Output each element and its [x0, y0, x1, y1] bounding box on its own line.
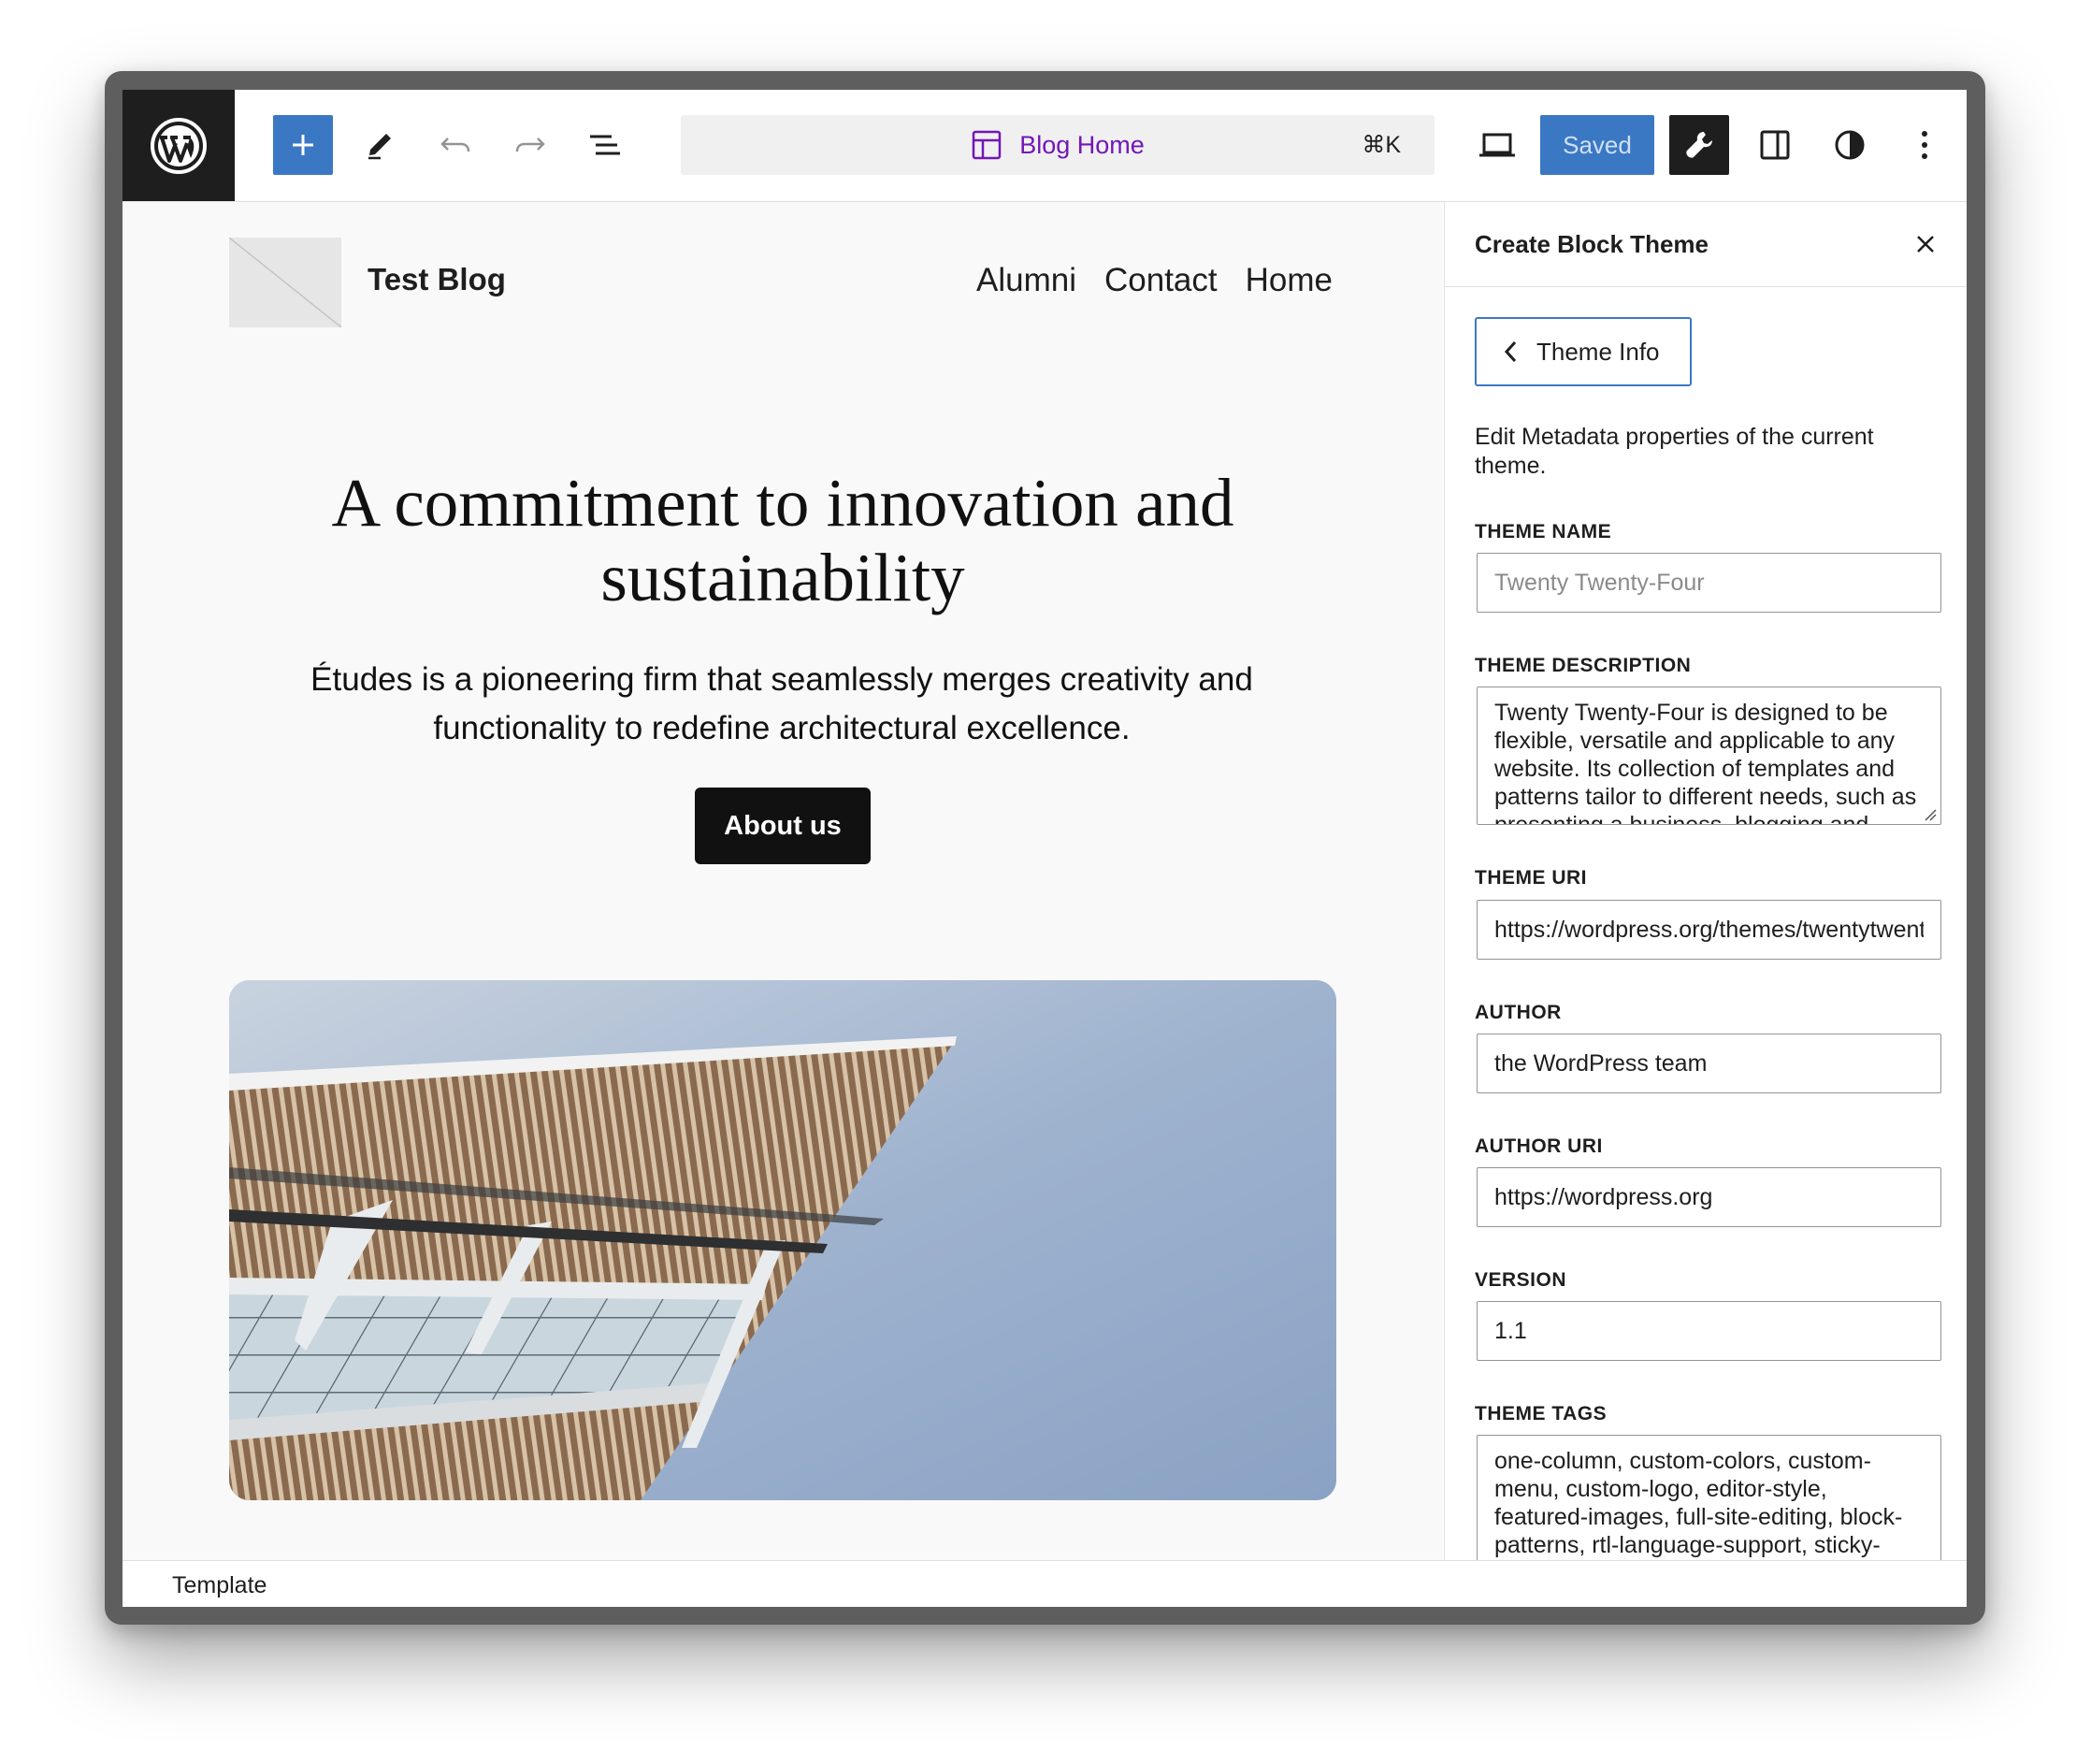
document-overview-button[interactable]	[575, 115, 635, 175]
theme-description-label: THEME DESCRIPTION	[1475, 655, 1692, 676]
hero-building-image[interactable]	[229, 980, 1336, 1500]
command-palette-bar[interactable]: Blog Home ⌘K	[681, 115, 1435, 175]
device-preview-button[interactable]	[1467, 115, 1527, 175]
sidebar-title: Create Block Theme	[1475, 230, 1709, 258]
redo-button[interactable]	[500, 115, 560, 175]
theme-tags-textarea[interactable]: one-column, custom-colors, custom-menu, …	[1477, 1435, 1941, 1560]
save-button[interactable]: Saved	[1540, 115, 1654, 175]
styles-button[interactable]	[1820, 115, 1880, 175]
template-icon	[972, 130, 1002, 160]
editor-toolbar: Blog Home ⌘K Saved	[123, 90, 1967, 202]
navigation-menu: Alumni Contact Home	[976, 262, 1333, 299]
version-input[interactable]	[1477, 1301, 1941, 1361]
theme-info-back-button[interactable]: Theme Info	[1475, 317, 1692, 386]
author-uri-label: AUTHOR URI	[1475, 1135, 1603, 1157]
site-title[interactable]: Test Blog	[368, 262, 506, 297]
add-block-button[interactable]	[273, 115, 333, 175]
author-label: AUTHOR	[1475, 1002, 1562, 1023]
site-logo-placeholder[interactable]	[229, 238, 341, 327]
theme-name-input[interactable]	[1477, 553, 1941, 613]
keyboard-shortcut-hint: ⌘K	[1362, 132, 1401, 158]
sidebar-toggle-icon	[1760, 130, 1790, 160]
author-input[interactable]	[1477, 1034, 1941, 1093]
document-title[interactable]: Blog Home	[681, 115, 1435, 175]
close-sidebar-button[interactable]	[1904, 223, 1947, 266]
theme-description-textarea[interactable]: Twenty Twenty-Four is designed to be fle…	[1477, 687, 1941, 825]
back-button-label: Theme Info	[1536, 337, 1660, 366]
styles-contrast-icon	[1835, 130, 1865, 160]
theme-tags-label: THEME TAGS	[1475, 1403, 1608, 1424]
create-block-theme-button[interactable]	[1669, 115, 1729, 175]
more-options-button[interactable]	[1895, 115, 1954, 175]
hero-paragraph[interactable]: Études is a pioneering firm that seamles…	[263, 656, 1301, 753]
editor-window: Blog Home ⌘K Saved Test Blog Alumni Cont…	[123, 90, 1967, 1607]
resize-handle-icon[interactable]	[1924, 808, 1937, 821]
close-icon	[1917, 236, 1934, 253]
list-view-icon	[590, 135, 620, 155]
version-label: VERSION	[1475, 1269, 1567, 1291]
tools-mode-button[interactable]	[350, 115, 410, 175]
wordpress-logo-icon[interactable]	[123, 90, 235, 201]
undo-button[interactable]	[425, 115, 485, 175]
document-title-label: Blog Home	[1019, 130, 1145, 159]
chevron-left-icon	[1504, 340, 1517, 363]
block-breadcrumb-bar: Template	[123, 1560, 1967, 1607]
about-us-button[interactable]: About us	[695, 788, 871, 864]
pencil-icon	[368, 134, 391, 160]
author-uri-input[interactable]	[1477, 1167, 1941, 1227]
settings-sidebar-toggle[interactable]	[1745, 115, 1805, 175]
redo-icon	[515, 137, 545, 152]
breadcrumb-template[interactable]: Template	[172, 1572, 267, 1599]
theme-name-label: THEME NAME	[1475, 521, 1612, 542]
theme-uri-label: THEME URI	[1475, 867, 1587, 889]
desktop-preview-icon	[1479, 133, 1515, 157]
sidebar-description: Edit Metadata properties of the current …	[1475, 424, 1874, 479]
hero-heading[interactable]: A commitment to innovation and sustainab…	[229, 466, 1336, 615]
sidebar-header: Create Block Theme	[1445, 202, 1967, 287]
nav-item-home[interactable]: Home	[1246, 262, 1333, 299]
plus-icon	[293, 135, 313, 155]
wrench-icon	[1686, 132, 1712, 158]
create-block-theme-sidebar: Create Block Theme Theme Info Edit Metad…	[1444, 202, 1967, 1560]
nav-item-alumni[interactable]: Alumni	[976, 262, 1076, 299]
more-options-icon	[1922, 131, 1927, 159]
nav-item-contact[interactable]: Contact	[1104, 262, 1218, 299]
undo-icon	[440, 137, 470, 152]
editor-canvas[interactable]: Test Blog Alumni Contact Home A commitme…	[123, 202, 1443, 1560]
theme-uri-input[interactable]	[1477, 900, 1941, 960]
